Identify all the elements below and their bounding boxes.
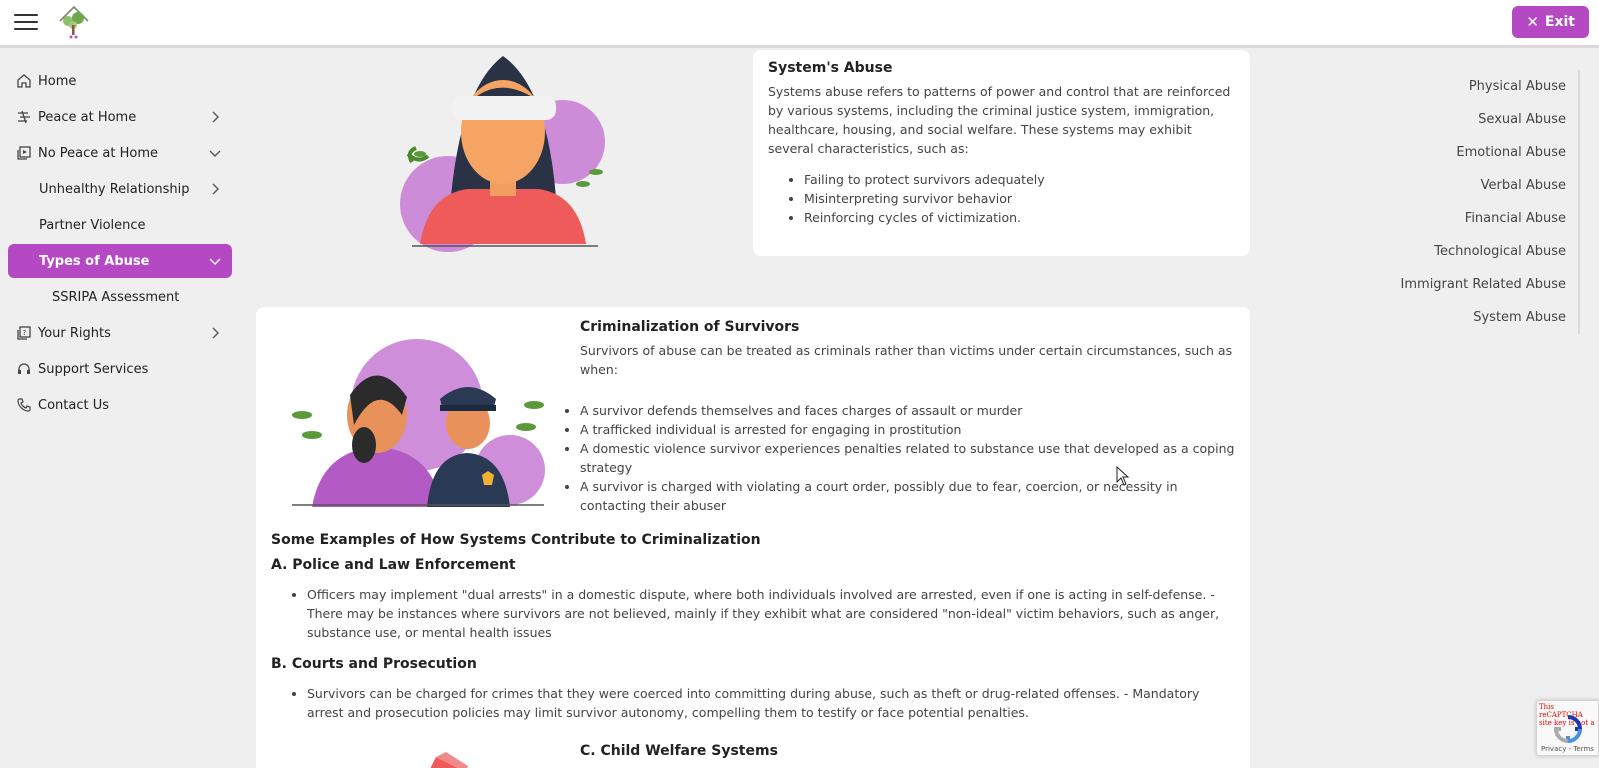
- chevron-right-icon: [212, 183, 219, 195]
- toc-item-sexual-abuse[interactable]: Sexual Abuse: [1380, 103, 1578, 136]
- mouse-cursor-icon: [1116, 466, 1130, 486]
- table-of-contents: Physical Abuse Sexual Abuse Emotional Ab…: [1380, 70, 1580, 334]
- survivor-and-officer-illustration: [292, 339, 545, 507]
- section-title: System's Abuse: [768, 60, 893, 76]
- sidebar-item-contact-us[interactable]: Contact Us: [8, 388, 232, 422]
- section-intro: Survivors of abuse can be treated as cri…: [580, 343, 1233, 377]
- chevron-down-icon: [209, 258, 221, 265]
- logo[interactable]: [56, 3, 92, 41]
- svg-text:?: ?: [23, 329, 27, 337]
- child-welfare-heading: C. Child Welfare Systems: [580, 743, 778, 759]
- section-title: Criminalization of Survivors: [580, 319, 800, 335]
- courts-heading: B. Courts and Prosecution: [271, 656, 477, 672]
- home-icon: [17, 74, 31, 88]
- bullet-list: Failing to protect survivors adequately …: [768, 170, 1238, 227]
- chevron-down-icon: [209, 150, 221, 157]
- chevron-right-icon: [212, 111, 219, 123]
- sidebar-item-ssripa-assessment[interactable]: SSRIPA Assessment: [8, 280, 232, 314]
- criminalization-card: Criminalization of Survivors Survivors o…: [256, 307, 1250, 768]
- chevron-right-icon: [212, 327, 219, 339]
- list-item: A domestic violence survivor experiences…: [580, 439, 1236, 477]
- exit-button[interactable]: ✕ Exit: [1512, 6, 1589, 38]
- sidebar-item-no-peace-at-home[interactable]: No Peace at Home: [8, 136, 232, 170]
- partial-illustration: [430, 752, 468, 768]
- media-icon: [17, 146, 31, 160]
- list-item: Survivors can be charged for crimes that…: [307, 684, 1236, 722]
- phone-icon: [17, 398, 31, 412]
- toc-item-technological-abuse[interactable]: Technological Abuse: [1380, 235, 1578, 268]
- bullet-list: Survivors can be charged for crimes that…: [271, 684, 1236, 722]
- examples-heading: Some Examples of How Systems Contribute …: [271, 532, 761, 548]
- sidebar-item-support-services[interactable]: Support Services: [8, 352, 232, 386]
- toc-item-immigrant-related-abuse[interactable]: Immigrant Related Abuse: [1380, 268, 1578, 301]
- peace-icon: [18, 110, 30, 124]
- close-icon: ✕: [1526, 13, 1539, 31]
- list-item: Failing to protect survivors adequately: [804, 170, 1238, 189]
- bullet-list: Officers may implement "dual arrests" in…: [271, 585, 1236, 642]
- list-item: A trafficked individual is arrested for …: [580, 420, 1236, 439]
- sidebar-item-unhealthy-relationship[interactable]: Unhealthy Relationship: [8, 172, 232, 206]
- recaptcha-terms[interactable]: Privacy - Terms: [1541, 745, 1594, 753]
- systems-abuse-card: System's Abuse Systems abuse refers to p…: [753, 50, 1250, 256]
- sidebar-item-home[interactable]: Home: [8, 64, 232, 98]
- sidebar-item-peace-at-home[interactable]: Peace at Home: [8, 100, 232, 134]
- police-heading: A. Police and Law Enforcement: [271, 557, 516, 573]
- blindfolded-woman-illustration: [400, 56, 605, 252]
- recaptcha-badge[interactable]: This reCAPTCHA site key is not a Privacy…: [1536, 700, 1599, 756]
- top-bar: ✕ Exit: [0, 0, 1599, 48]
- toc-item-verbal-abuse[interactable]: Verbal Abuse: [1380, 169, 1578, 202]
- sidebar-item-types-of-abuse[interactable]: Types of Abuse: [8, 244, 232, 278]
- headset-icon: [18, 363, 30, 374]
- list-item: A survivor is charged with violating a c…: [580, 477, 1236, 515]
- bullet-list: A survivor defends themselves and faces …: [566, 401, 1236, 515]
- recaptcha-icon: [1553, 715, 1583, 743]
- toc-item-financial-abuse[interactable]: Financial Abuse: [1380, 202, 1578, 235]
- sidebar-item-your-rights[interactable]: ? Your Rights: [8, 316, 232, 350]
- toc-item-system-abuse[interactable]: System Abuse: [1380, 301, 1578, 334]
- menu-icon[interactable]: [14, 14, 38, 32]
- list-item: Officers may implement "dual arrests" in…: [307, 585, 1236, 642]
- rights-icon: ?: [17, 326, 31, 340]
- list-item: A survivor defends themselves and faces …: [580, 401, 1236, 420]
- toc-item-emotional-abuse[interactable]: Emotional Abuse: [1380, 136, 1578, 169]
- list-item: Reinforcing cycles of victimization.: [804, 208, 1238, 227]
- toc-item-physical-abuse[interactable]: Physical Abuse: [1380, 70, 1578, 103]
- sidebar-item-partner-violence[interactable]: Partner Violence: [8, 208, 232, 242]
- section-intro: Systems abuse refers to patterns of powe…: [768, 84, 1231, 156]
- list-item: Misinterpreting survivor behavior: [804, 189, 1238, 208]
- sidebar: Home Peace at Home No Peace at Home Unhe…: [0, 64, 240, 424]
